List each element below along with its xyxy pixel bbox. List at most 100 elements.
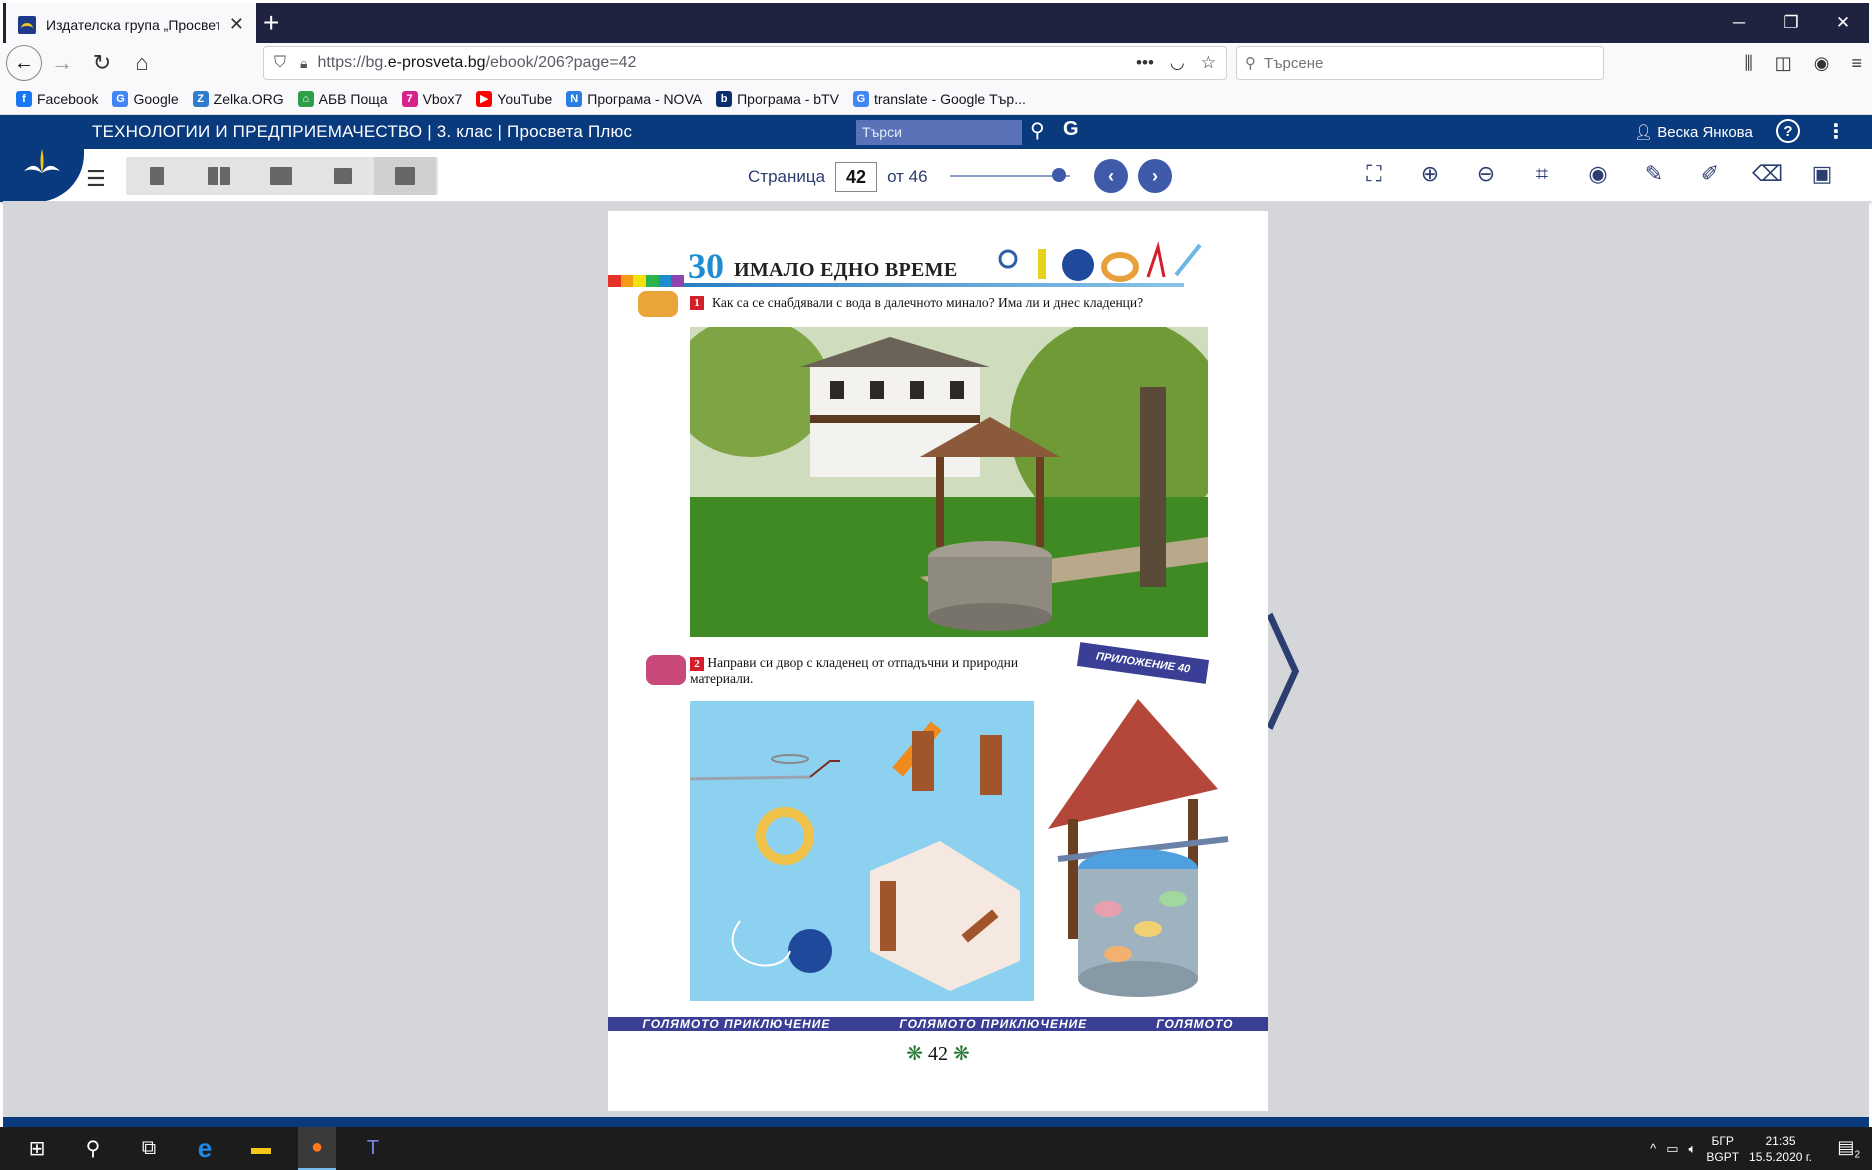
next-page-arrow[interactable]: 〉 [1262,574,1352,756]
next-page-button[interactable]: › [1138,159,1172,193]
language-indicator[interactable]: БГР BGPT [1706,1133,1739,1165]
task-view-icon[interactable]: ⧉ [130,1127,168,1170]
finished-well-model [1038,689,1238,1009]
bookmark-vbox7[interactable]: 7 Vbox7 [401,90,462,107]
search-input[interactable]: ⚲ Търсене [1236,46,1604,80]
close-window-button[interactable]: ✕ [1817,3,1869,43]
add-page-view-button[interactable] [250,157,312,195]
bookmark-nova[interactable]: N Програма - NOVA [566,90,702,107]
bookmark-btv[interactable]: b Програма - bTV [716,90,839,107]
home-button[interactable]: ⌂ [122,43,162,83]
save-icon[interactable]: ▣ [1808,161,1836,187]
clock[interactable]: 21:35 15.5.2020 г. [1749,1133,1812,1165]
search-icon[interactable]: ⚲ [74,1127,112,1170]
reload-button[interactable]: ↻ [82,43,122,83]
eraser-icon[interactable]: ⌫ [1752,161,1783,187]
color-stripe [658,275,672,287]
book-title: ТЕХНОЛОГИИ И ПРЕДПРИЕМАЧЕСТВО | 3. клас … [92,122,633,141]
page-label: Страница [748,167,826,186]
system-tray: ^ ▭ 🔈︎ БГР BGPT 21:35 15.5.2020 г. [1650,1127,1812,1170]
bookmark-facebook[interactable]: f Facebook [16,90,98,107]
bookmark-label: translate - Google Тър... [873,90,1026,107]
abv-icon: ⌂ [297,90,314,107]
back-button[interactable]: ← [6,45,42,81]
app-search-input[interactable]: Търси [856,120,1022,145]
bookmark-star-icon[interactable]: ☆ [1201,53,1216,73]
bookmark-label: АБВ Поща [318,90,388,107]
bookmark-youtube[interactable]: ▶ YouTube [476,90,552,107]
title-underline [684,283,1184,287]
menu-icon[interactable]: ≡ [1851,53,1862,74]
edge-icon[interactable]: e [186,1127,224,1170]
search-icon[interactable]: ⚲ [1030,118,1045,143]
pocket-icon[interactable]: ◡ [1170,53,1185,73]
browser-tab[interactable]: Издателска група „Просвета“ ✕ [6,3,256,46]
page-number-input[interactable]: 42 [835,162,878,192]
bookmark-google[interactable]: G Google [112,90,179,107]
single-page-view-button[interactable] [126,157,188,195]
double-page-view-button[interactable] [188,157,250,195]
image-view-button[interactable] [312,157,374,195]
view-mode-group [126,157,438,195]
tab-strip: Издателска група „Просвета“ ✕ + ─ ❐ ✕ [0,0,1872,46]
search-placeholder: Търсене [1264,54,1324,72]
volume-icon[interactable]: 🔈︎ [1689,1141,1697,1157]
google-search-icon[interactable]: G [1063,118,1079,141]
user-menu[interactable]: 👤︎ Веска Янкова [1634,123,1753,141]
page-navigator: Страница 42 от 46 [748,162,928,192]
library-icon[interactable]: ⫼ [1744,53,1752,74]
lesson-title: ИМАЛО ЕДНО ВРЕМЕ [734,259,958,281]
toolbar-right: ⫼ ◫ ◉ ≡ [1744,43,1862,83]
tracking-shield-icon[interactable]: ⛉ [274,54,286,72]
tab-close-icon[interactable]: ✕ [229,14,244,35]
pencil-icon[interactable]: ✎ [1640,161,1668,187]
kids-group-icon [646,655,686,685]
highlighter-icon[interactable]: ✐ [1696,161,1724,187]
bookmark-google-translate[interactable]: Gtranslate - Google Тър... [852,90,1026,107]
tray-expand-icon[interactable]: ^ [1650,1141,1656,1156]
notifications-icon[interactable]: ▤2 [1837,1137,1860,1161]
sidebar-icon[interactable]: ◫ [1775,53,1792,74]
task-2: 2 Направи си двор с кладенец от отпадъчн… [646,655,1030,687]
minimize-button[interactable]: ─ [1713,3,1765,43]
more-options-icon[interactable]: ⋮ [1826,119,1846,144]
task-2-number: 2 [690,657,704,671]
bookmark-label: Програма - bTV [737,90,839,107]
footer-band-text: ГОЛЯМОТО ПРИКЛЮЧЕНИЕ [642,1017,831,1031]
bookmark-abv[interactable]: ⌂ АБВ Поща [297,90,388,107]
image-icon [334,168,352,184]
help-icon[interactable]: ? [1776,119,1800,143]
firefox-icon[interactable]: ● [298,1127,336,1170]
restore-button[interactable]: ❐ [1765,3,1817,43]
hamburger-menu-icon[interactable]: ☰ [86,166,106,192]
url-bar[interactable]: ⛉ 🔒︎ https://bg. e-prosveta.bg/ebook/206?… [263,46,1227,80]
url-actions: ••• ◡ ☆ [1136,53,1216,73]
url-host: e-prosveta.bg [387,54,486,71]
zoom-in-icon[interactable]: ⊕ [1416,161,1444,187]
account-icon[interactable]: ◉ [1814,53,1830,74]
footer-band: ГОЛЯМОТО ПРИКЛЮЧЕНИЕ ГОЛЯМОТО ПРИКЛЮЧЕНИЕ… [608,1017,1268,1031]
crop-icon[interactable]: ⌗ [1528,161,1556,187]
teams-icon[interactable]: T [354,1127,392,1170]
tab-title: Издателска група „Просвета“ [46,16,219,33]
color-stripe [633,275,647,287]
bookmark-zelka[interactable]: Z Zelka.ORG [192,90,284,107]
new-tab-button[interactable]: + [263,7,279,39]
eye-icon[interactable]: ◉ [1584,161,1612,187]
lock-icon[interactable]: 🔒︎ [300,55,307,72]
network-icon[interactable]: ▭ [1666,1141,1678,1157]
fullscreen-icon[interactable]: ⛶ [1360,161,1388,187]
start-menu-icon[interactable]: ⊞ [18,1127,56,1170]
user-icon: 👤︎ [1634,124,1654,141]
windows-taskbar: ⊞ ⚲ ⧉ e ▬ ● T ^ ▭ 🔈︎ БГР BGPT 21:35 15.5… [0,1127,1872,1170]
color-stripe [671,275,685,287]
zoom-out-icon[interactable]: ⊖ [1472,161,1500,187]
previous-page-button[interactable]: ‹ [1094,159,1128,193]
file-explorer-icon[interactable]: ▬ [242,1127,280,1170]
page-actions-icon[interactable]: ••• [1136,53,1154,73]
forward-button[interactable]: → [42,43,82,83]
page-slider-handle[interactable] [1052,168,1067,182]
annotation-tools: ⛶ ⊕ ⊖ ⌗ ◉ ✎ ✐ ⌫ ▣ [1360,161,1836,187]
task-2-text: Направи си двор с кладенец от отпадъчни … [690,655,1019,686]
text-view-button[interactable] [374,157,436,195]
